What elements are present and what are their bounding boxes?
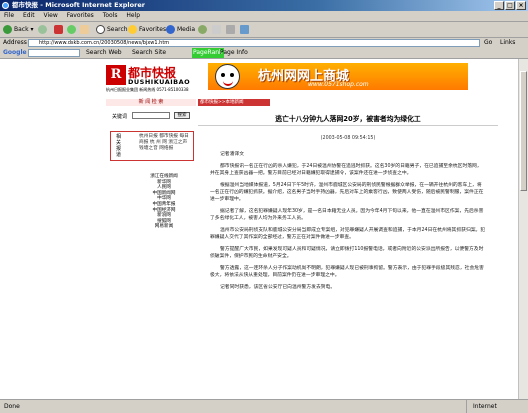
ie-icon [2, 2, 9, 9]
refresh-button[interactable] [67, 24, 78, 35]
google-logo: Google - [3, 49, 32, 56]
menu-favorites[interactable]: Favorites [67, 12, 94, 19]
home-icon [80, 25, 89, 34]
article-paragraph: 温州市公安局刑侦支队和鹿城公安分局当即成立专案组，对犯罪嫌疑人开展调查和追捕，于… [210, 228, 486, 240]
media-label: Media [177, 26, 196, 33]
banner-url: www.0571shop.com [308, 81, 369, 88]
shop-banner[interactable]: 杭州网网上商城 www.0571shop.com [208, 63, 468, 90]
address-bar: Address http://www.dskb.com.cn/20030508/… [0, 38, 528, 48]
media-button[interactable]: Media [166, 24, 195, 35]
news-search-header: 新 闻 检 索 [106, 99, 196, 106]
menu-file[interactable]: File [4, 12, 14, 19]
address-input[interactable]: http://www.dskb.com.cn/20030508/news/bjx… [28, 39, 480, 47]
menu-bar: File Edit View Favorites Tools Help [0, 11, 528, 22]
toolbar: Back ▾ Search Favorites Media [0, 22, 528, 38]
article-title: 逃亡十八分钟九人落网20岁，被害者均为绿化工 [275, 115, 421, 123]
minimize-button[interactable]: _ [494, 1, 504, 10]
stop-button[interactable] [54, 24, 65, 35]
edit-button[interactable] [240, 24, 251, 35]
search-icon [96, 25, 105, 34]
keyword-label: 关键词 [112, 114, 128, 120]
link-item[interactable]: 网易新闻 [136, 224, 192, 230]
logo-subtitle: 杭州日报报业集团 新闻热线 0571-85100338 [106, 87, 189, 92]
article-date: (2003-05-08 09:54:15) [320, 136, 376, 141]
keyword-input[interactable] [132, 112, 170, 119]
edit-icon [240, 25, 249, 34]
article-paragraph: 记者同时获悉，该区省公安厅已向温州警方发去贺电。 [220, 285, 336, 290]
window-title: 都市快报 - Microsoft Internet Explorer [12, 1, 145, 9]
related-items[interactable]: 杭州日报 都市快报 每日商报 杭 州 网 浙江之声 钱塘之音 网络报 [139, 134, 193, 152]
stop-icon [54, 25, 63, 34]
vertical-scrollbar[interactable] [518, 59, 528, 399]
forward-arrow-icon [38, 25, 47, 34]
star-icon [128, 25, 137, 34]
search-site-button[interactable]: Search Site [132, 48, 166, 58]
back-button[interactable]: Back ▾ [3, 24, 34, 35]
status-bar: Done Internet [0, 399, 528, 413]
related-reports-box: 相关报道 杭州日报 都市快报 每日商报 杭 州 网 浙江之声 钱塘之音 网络报 [110, 131, 194, 161]
menu-help[interactable]: Help [126, 12, 140, 19]
article-paragraph: 警方提醒广大市民，如果发现可疑人员和可疑情况，请立即拨打110报警电话，或者向附… [210, 247, 484, 259]
logo-english: DUSHIKUAIBAO [128, 78, 191, 86]
print-button[interactable] [226, 24, 237, 35]
zone-indicator: Internet [466, 400, 497, 413]
favorites-button[interactable]: Favorites [128, 24, 166, 35]
print-icon [226, 25, 235, 34]
article-paragraph: 都市快报讯一名正在行凶的杀人嫌犯，于24日被温州协警在追逃时抓获。这名30岁的日… [210, 164, 482, 176]
pagerank-indicator: PageRank [192, 48, 224, 58]
article-paragraph: 记者潘译文 [220, 152, 244, 157]
go-button[interactable]: Go [484, 38, 492, 48]
links-button[interactable]: Links [500, 38, 515, 48]
mail-icon [212, 25, 221, 34]
logo-mark: R [106, 65, 126, 85]
related-label: 相关报道 [116, 134, 122, 158]
smiley-icon [215, 64, 240, 89]
title-divider [198, 125, 498, 126]
back-arrow-icon [3, 25, 12, 34]
page-viewport: R 都市快报 DUSHIKUAIBAO 杭州日报报业集团 新闻热线 0571-8… [0, 59, 518, 399]
favorites-label: Favorites [139, 26, 167, 33]
search-web-button[interactable]: Search Web [86, 48, 122, 58]
search-submit-button[interactable]: 搜索 [174, 112, 190, 119]
media-icon [166, 25, 175, 34]
breadcrumb[interactable]: 都市快报>>本地新闻 [198, 99, 270, 106]
page-info-button[interactable]: Page Info [220, 48, 248, 58]
menu-view[interactable]: View [44, 12, 58, 19]
back-label: Back [14, 26, 29, 33]
title-bar: 都市快报 - Microsoft Internet Explorer _ □ × [0, 0, 528, 11]
article-paragraph: 根据温州当地媒体报道，5月24日下午5时许，温州市鹿城区公安局的刑侦民警根据群众… [210, 183, 484, 202]
close-button[interactable]: × [516, 1, 526, 10]
menu-tools[interactable]: Tools [103, 12, 118, 19]
site-logo[interactable]: R 都市快报 DUSHIKUAIBAO [106, 65, 198, 87]
refresh-icon [67, 25, 76, 34]
address-label: Address [3, 39, 27, 46]
google-search-input[interactable] [28, 49, 80, 57]
maximize-button[interactable]: □ [505, 1, 515, 10]
home-button[interactable] [80, 24, 91, 35]
status-text: Done [4, 403, 20, 410]
menu-edit[interactable]: Edit [23, 12, 35, 19]
article-body: 记者潘译文 都市快报讯一名正在行凶的杀人嫌犯，于24日被温州协警在追逃时抓获。这… [210, 151, 486, 296]
search-button[interactable]: Search [96, 24, 128, 35]
news-links-list: 浙江在线新闻 新华网 人民网 中国新闻网 中华网 中国青年报 中国经济网 新浪网… [136, 174, 192, 230]
history-button[interactable] [198, 24, 209, 35]
google-toolbar: Google - Search Web Search Site PageRank… [0, 48, 528, 59]
scroll-thumb[interactable] [520, 71, 527, 191]
history-icon [198, 25, 207, 34]
article-paragraph: 据记者了解，这名犯罪嫌疑人现年30岁，是一名日本籍无业人员。因为今年4月下旬以来… [210, 209, 484, 221]
forward-button[interactable] [38, 24, 49, 35]
search-label: Search [107, 26, 128, 33]
article-paragraph: 警方透露，这一连环杀人分子作案动机尚不明朗，犯罪嫌疑人现已被刑事拘留。警方表示，… [210, 266, 484, 278]
mail-button[interactable] [212, 24, 223, 35]
